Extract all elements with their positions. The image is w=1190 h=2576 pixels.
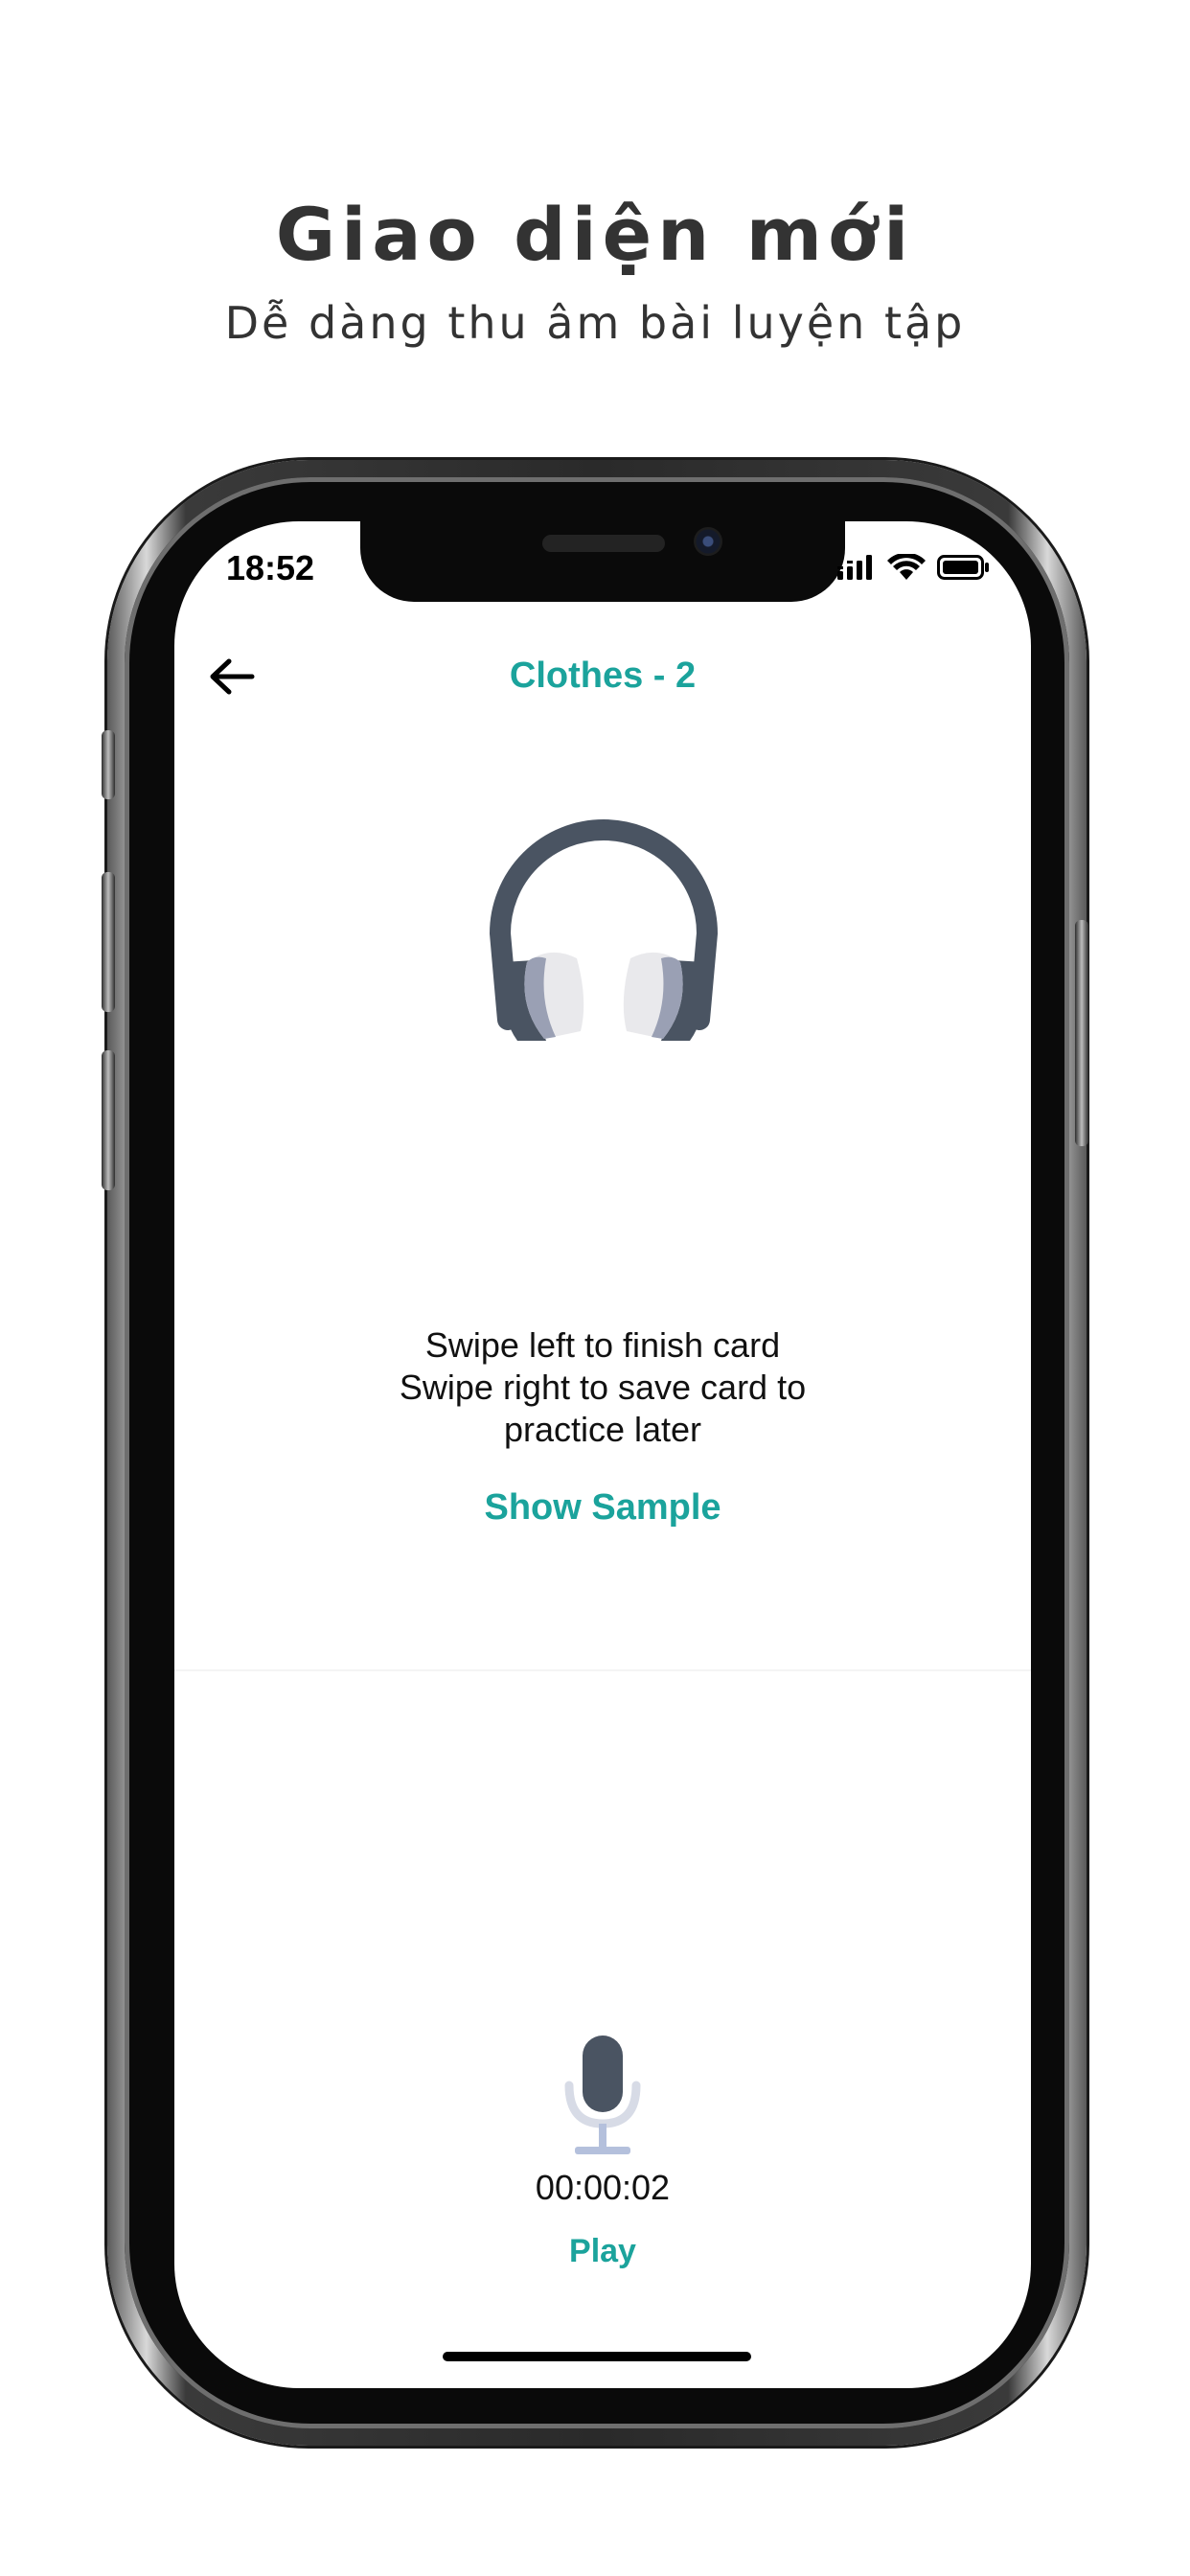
wifi-icon xyxy=(887,552,926,586)
swipe-instructions: Swipe left to finish card Swipe right to… xyxy=(174,1324,1031,1451)
signal-icon xyxy=(837,555,876,585)
show-sample-button[interactable]: Show Sample xyxy=(174,1487,1031,1529)
speaker-grille xyxy=(542,535,665,552)
recording-timer: 00:00:02 xyxy=(535,2168,671,2207)
promo-title: Giao diện mới xyxy=(275,192,915,277)
instruction-line: Swipe left to finish card xyxy=(424,1325,781,1365)
play-button[interactable]: Play xyxy=(174,2233,1031,2270)
page-title: Clothes - 2 xyxy=(509,656,697,696)
home-indicator[interactable] xyxy=(443,2352,751,2361)
volume-up-button xyxy=(102,872,115,1012)
app-screen: 18:52 Clothes - 2 Swipe left to finish c… xyxy=(174,521,1031,2388)
power-button xyxy=(1075,920,1088,1146)
volume-down-button xyxy=(102,1050,115,1190)
mute-switch xyxy=(102,730,115,799)
notch xyxy=(360,521,845,602)
front-camera xyxy=(694,527,722,556)
status-time: 18:52 xyxy=(226,548,315,587)
battery-icon xyxy=(937,555,991,585)
headphones-icon xyxy=(489,818,719,1048)
status-icons xyxy=(837,552,991,586)
promo-subtitle: Dễ dàng thu âm bài luyện tập xyxy=(224,297,966,349)
divider xyxy=(174,1669,1031,1671)
instruction-line: practice later xyxy=(503,1410,702,1449)
microphone-icon[interactable] xyxy=(558,2036,648,2158)
instruction-line: Swipe right to save card to xyxy=(399,1368,807,1407)
